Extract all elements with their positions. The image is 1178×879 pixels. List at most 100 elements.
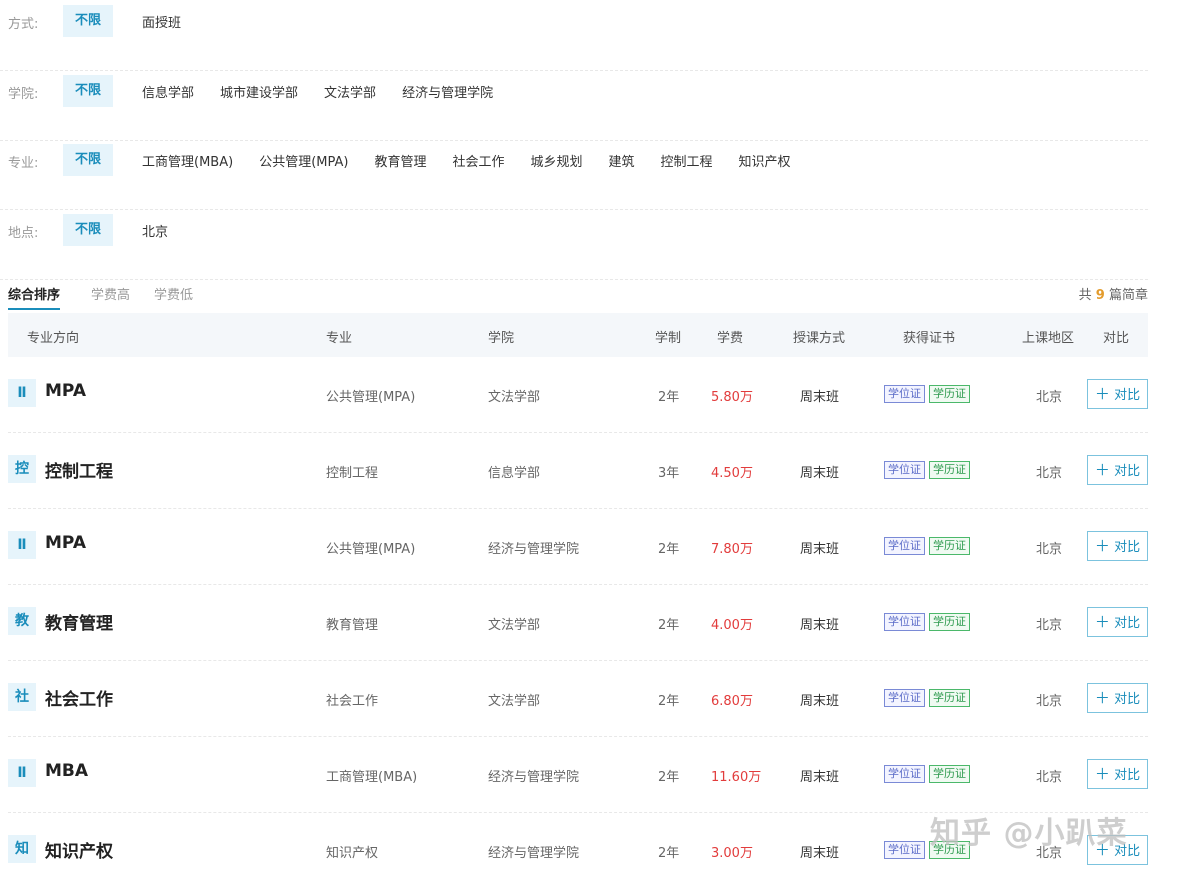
program-title[interactable]: MBA xyxy=(45,761,88,781)
years-cell: 2年 xyxy=(658,542,680,557)
program-icon: Ⅱ xyxy=(8,379,36,407)
program-icon: 社 xyxy=(8,683,36,711)
filter-option[interactable]: 社会工作 xyxy=(452,151,504,170)
mode-cell: 周末班 xyxy=(800,466,840,481)
fee-cell: 6.80万 xyxy=(711,694,753,709)
compare-button[interactable]: ＋ 对比 xyxy=(1087,759,1148,789)
cert-cell: 学位证 学历证 xyxy=(884,613,974,631)
table-row[interactable]: 教教育管理 教育管理 文法学部 2年 4.00万 周末班 学位证 学历证 北京＋ 对比 xyxy=(8,585,1148,661)
program-title[interactable]: 知识产权 xyxy=(45,837,113,862)
filter-label: 方式: xyxy=(8,17,39,32)
filter-option[interactable]: 公共管理(MPA) xyxy=(259,151,348,170)
major-cell: 知识产权 xyxy=(326,846,379,861)
college-cell: 文法学部 xyxy=(488,618,541,633)
col-mode: 授课方式 xyxy=(793,331,846,346)
filter-option[interactable]: 建筑 xyxy=(609,151,635,170)
filter-option[interactable]: 北京 xyxy=(142,221,168,240)
watermark: 知乎 @小趴菜 xyxy=(930,816,1128,851)
degree-cert-badge: 学位证 xyxy=(884,689,925,707)
fee-cell: 4.00万 xyxy=(711,618,753,633)
filter-option-all[interactable]: 不限 xyxy=(63,75,114,107)
compare-label: 对比 xyxy=(1114,388,1141,403)
program-title[interactable]: 社会工作 xyxy=(45,685,113,710)
major-cell: 工商管理(MBA) xyxy=(326,770,418,785)
mode-cell: 周末班 xyxy=(800,618,840,633)
filter-option-all[interactable]: 不限 xyxy=(63,5,114,37)
compare-button[interactable]: ＋ 对比 xyxy=(1087,683,1148,713)
college-cell: 经济与管理学院 xyxy=(488,542,580,557)
college-cell: 信息学部 xyxy=(488,466,541,481)
college-cell: 经济与管理学院 xyxy=(488,770,580,785)
filter-row-mode: 方式: 不限 面授班 xyxy=(0,1,1148,71)
program-title[interactable]: MPA xyxy=(45,381,86,401)
region-cell: 北京 xyxy=(1036,466,1063,481)
program-title[interactable]: MPA xyxy=(45,533,86,553)
table-row[interactable]: 控控制工程 控制工程 信息学部 3年 4.50万 周末班 学位证 学历证 北京＋ 对比 xyxy=(8,433,1148,509)
program-icon: 教 xyxy=(8,607,36,635)
table-row[interactable]: Ⅱ MBA 工商管理(MBA) 经济与管理学院 2年 11.60万 周末班 学位证 学历证 北京 ＋… xyxy=(8,737,1148,813)
filter-row-major: 专业: 不限 工商管理(MBA) 公共管理(MPA) 教育管理 社会工作 城乡规划 建筑 控制工… xyxy=(0,140,1148,210)
filter-options: 不限 面授班 xyxy=(63,5,207,37)
filter-row-college: 学院: 不限 信息学部 城市建设学部 文法学部 经济与管理学院 xyxy=(0,71,1148,141)
compare-button[interactable]: ＋ 对比 xyxy=(1087,379,1148,409)
mode-cell: 周末班 xyxy=(800,770,840,785)
mode-cell: 周末班 xyxy=(800,846,840,861)
filter-label: 学院: xyxy=(8,87,39,102)
compare-button[interactable]: ＋ 对比 xyxy=(1087,531,1148,561)
region-cell: 北京 xyxy=(1036,618,1063,633)
degree-cert-badge: 学位证 xyxy=(884,841,925,859)
years-cell: 3年 xyxy=(658,466,680,481)
filter-options: 不限 工商管理(MBA) 公共管理(MPA) 教育管理 社会工作 城乡规划 建筑 控制工程 知识… xyxy=(63,144,817,176)
mode-cell: 周末班 xyxy=(800,542,840,557)
sort-tab-fee-high[interactable]: 学费高 xyxy=(91,284,130,303)
sort-tab-default[interactable]: 综合排序 xyxy=(8,284,61,310)
plus-icon: ＋ xyxy=(1094,765,1110,783)
degree-cert-badge: 学位证 xyxy=(884,385,925,403)
degree-cert-badge: 学位证 xyxy=(884,765,925,783)
program-icon: Ⅱ xyxy=(8,759,36,787)
filter-option[interactable]: 控制工程 xyxy=(661,151,713,170)
cert-cell: 学位证 学历证 xyxy=(884,385,974,403)
college-cell: 文法学部 xyxy=(488,390,541,405)
years-cell: 2年 xyxy=(658,846,680,861)
major-cell: 控制工程 xyxy=(326,466,379,481)
college-cell: 经济与管理学院 xyxy=(488,846,580,861)
years-cell: 2年 xyxy=(658,618,680,633)
compare-button[interactable]: ＋ 对比 xyxy=(1087,455,1148,485)
filter-options: 不限 北京 xyxy=(63,214,194,246)
col-college: 学院 xyxy=(488,331,515,346)
col-region: 上课地区 xyxy=(1022,331,1075,346)
degree-cert-badge: 学位证 xyxy=(884,613,925,631)
filter-option[interactable]: 文法学部 xyxy=(324,82,376,101)
table-row[interactable]: 社社会工作 社会工作 文法学部 2年 6.80万 周末班 学位证 学历证 北京＋ 对比 xyxy=(8,661,1148,737)
major-cell: 社会工作 xyxy=(326,694,379,709)
program-title[interactable]: 教育管理 xyxy=(45,609,113,634)
table-row[interactable]: Ⅱ MPA 公共管理(MPA) 文法学部 2年 5.80万 周末班 学位证 学历证 北京 ＋ 对比 xyxy=(8,357,1148,433)
program-icon: Ⅱ xyxy=(8,531,36,559)
compare-button[interactable]: ＋ 对比 xyxy=(1087,607,1148,637)
compare-label: 对比 xyxy=(1114,540,1141,555)
sort-tab-fee-low[interactable]: 学费低 xyxy=(154,284,193,303)
table-row[interactable]: Ⅱ MPA 公共管理(MPA) 经济与管理学院 2年 7.80万 周末班 学位证 学历证 北京 ＋ … xyxy=(8,509,1148,585)
filter-option[interactable]: 工商管理(MBA) xyxy=(142,151,233,170)
region-cell: 北京 xyxy=(1036,770,1063,785)
cert-cell: 学位证 学历证 xyxy=(884,537,974,555)
filter-option[interactable]: 城市建设学部 xyxy=(220,82,298,101)
filter-option[interactable]: 面授班 xyxy=(142,12,181,31)
filter-option[interactable]: 信息学部 xyxy=(142,82,194,101)
plus-icon: ＋ xyxy=(1094,613,1110,631)
col-direction: 专业方向 xyxy=(27,331,80,346)
filter-option-all[interactable]: 不限 xyxy=(63,214,114,246)
filter-option[interactable]: 城乡规划 xyxy=(530,151,582,170)
major-cell: 公共管理(MPA) xyxy=(326,542,416,557)
filter-option[interactable]: 经济与管理学院 xyxy=(402,82,493,101)
filter-option-all[interactable]: 不限 xyxy=(63,144,114,176)
mode-cell: 周末班 xyxy=(800,390,840,405)
fee-cell: 4.50万 xyxy=(711,466,753,481)
filter-row-location: 地点: 不限 北京 xyxy=(0,210,1148,280)
program-icon: 控 xyxy=(8,455,36,483)
col-major: 专业 xyxy=(326,331,353,346)
filter-option[interactable]: 知识产权 xyxy=(739,151,791,170)
program-title[interactable]: 控制工程 xyxy=(45,457,113,482)
filter-option[interactable]: 教育管理 xyxy=(374,151,426,170)
